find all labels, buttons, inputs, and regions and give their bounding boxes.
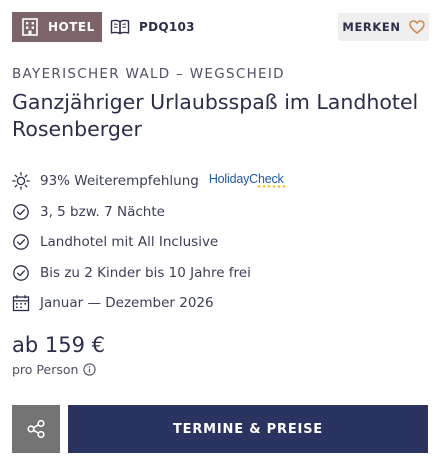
info-icon[interactable] <box>83 363 97 376</box>
feature-recommendation: 93% Weiterempfehlung HolidayCheck ★★★★★★ <box>12 166 432 197</box>
price-label: ab 159 € <box>12 333 105 357</box>
calendar-icon <box>12 294 30 312</box>
holidaycheck-logo[interactable]: HolidayCheck ★★★★★★ <box>209 172 287 191</box>
check-circle-icon <box>12 203 30 221</box>
feature-text: 3, 5 bzw. 7 Nächte <box>40 203 165 220</box>
heart-outline-icon <box>408 20 425 34</box>
book-icon <box>110 19 130 35</box>
check-circle-icon <box>12 233 30 251</box>
merken-button[interactable]: MERKEN <box>338 13 429 41</box>
feature-nights: 3, 5 bzw. 7 Nächte <box>12 197 432 228</box>
feature-list: 93% Weiterempfehlung HolidayCheck ★★★★★★… <box>12 166 432 319</box>
feature-text: 93% Weiterempfehlung <box>40 173 199 190</box>
share-button[interactable] <box>12 405 60 453</box>
region-label: BAYERISCHER WALD – WEGSCHEID <box>12 66 285 82</box>
merken-label: MERKEN <box>342 20 401 34</box>
feature-text: Januar — Dezember 2026 <box>40 295 214 312</box>
offer-title: Ganzjähriger Urlaubsspaß im Landhotel Ro… <box>12 90 419 141</box>
holidaycheck-stars: ★★★★★★ <box>256 184 287 190</box>
feature-text: Bis zu 2 Kinder bis 10 Jahre frei <box>40 264 251 281</box>
price-unit-label: pro Person <box>12 362 79 377</box>
offer-code-label: PDQ103 <box>139 20 195 34</box>
feature-all-inclusive: Landhotel mit All Inclusive <box>12 227 432 258</box>
termine-preise-button[interactable]: TERMINE & PREISE <box>68 405 428 453</box>
sun-icon <box>12 172 30 191</box>
hotel-badge-label: HOTEL <box>48 20 95 34</box>
feature-children: Bis zu 2 Kinder bis 10 Jahre frei <box>12 258 432 289</box>
hotel-badge: HOTEL <box>12 12 102 42</box>
offer-header-row: HOTEL PDQ103 MERKEN <box>12 12 429 44</box>
check-circle-icon <box>12 264 30 282</box>
hotel-building-icon <box>22 18 38 36</box>
share-icon <box>26 419 46 439</box>
price-unit: pro Person <box>12 362 97 377</box>
feature-text: Landhotel mit All Inclusive <box>40 234 219 251</box>
feature-period: Januar — Dezember 2026 <box>12 288 432 319</box>
offer-code: PDQ103 <box>110 12 195 42</box>
